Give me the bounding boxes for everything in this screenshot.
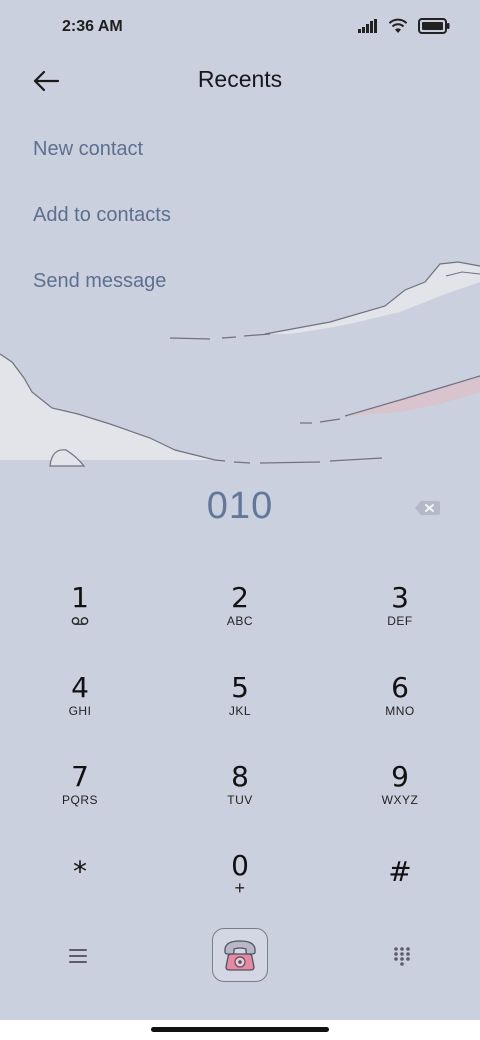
- key-letters: +: [234, 878, 246, 898]
- key-hash[interactable]: #: [325, 840, 475, 920]
- menu-button[interactable]: [60, 940, 96, 972]
- key-letters: ABC: [226, 614, 254, 628]
- key-letters: DEF: [387, 614, 413, 628]
- key-letters: GHI: [68, 704, 92, 718]
- dialer-screen: 2:36 AM Recents New contact Add to conta…: [0, 0, 480, 1020]
- key-digit: 2: [231, 581, 249, 614]
- key-3[interactable]: 3 DEF: [325, 570, 475, 650]
- key-digit: 1: [71, 581, 89, 614]
- call-button[interactable]: [212, 928, 268, 982]
- backspace-icon: [415, 501, 440, 515]
- key-digit: 3: [391, 581, 409, 614]
- dialpad-toggle-button[interactable]: [384, 938, 420, 974]
- backspace-button[interactable]: [412, 496, 442, 520]
- key-4[interactable]: 4 GHI: [5, 660, 155, 740]
- key-7[interactable]: 7 PQRS: [5, 749, 155, 829]
- key-digit: 5: [231, 671, 249, 704]
- key-8[interactable]: 8 TUV: [165, 749, 315, 829]
- phone-icon: [224, 940, 256, 971]
- key-5[interactable]: 5 JKL: [165, 660, 315, 740]
- key-2[interactable]: 2 ABC: [165, 570, 315, 650]
- key-letters: PQRS: [61, 793, 98, 807]
- add-to-contacts-option[interactable]: Add to contacts: [33, 204, 171, 227]
- key-6[interactable]: 6 MNO: [325, 660, 475, 740]
- battery-icon: [418, 18, 450, 34]
- key-1[interactable]: 1: [5, 570, 155, 650]
- key-9[interactable]: 9 WXYZ: [325, 749, 475, 829]
- background-illustration: [0, 261, 480, 467]
- menu-icon: [69, 949, 87, 963]
- key-letters: JKL: [228, 704, 252, 718]
- status-bar: 2:36 AM: [0, 0, 480, 56]
- key-digit: 7: [71, 760, 89, 793]
- page-title: Recents: [197, 66, 283, 92]
- dialpad-icon: [394, 947, 410, 966]
- key-digit: 9: [391, 760, 409, 793]
- wifi-icon: [388, 18, 408, 33]
- key-letters: MNO: [385, 704, 415, 718]
- key-letters: WXYZ: [381, 793, 419, 807]
- status-time: 2:36 AM: [62, 18, 123, 35]
- home-indicator[interactable]: [151, 1027, 329, 1032]
- key-digit: 8: [231, 760, 249, 793]
- key-digit: #: [388, 855, 412, 888]
- key-digit: *: [73, 855, 87, 888]
- dialed-number: 010: [206, 485, 274, 527]
- key-star[interactable]: *: [5, 840, 155, 920]
- key-0[interactable]: 0 +: [165, 838, 315, 918]
- new-contact-option[interactable]: New contact: [33, 138, 143, 161]
- key-letters: TUV: [227, 793, 253, 807]
- voicemail-icon: [71, 617, 89, 625]
- key-digit: 6: [391, 671, 409, 704]
- signal-icon: [358, 19, 377, 33]
- key-digit: 4: [71, 671, 89, 704]
- status-icons: [358, 18, 450, 34]
